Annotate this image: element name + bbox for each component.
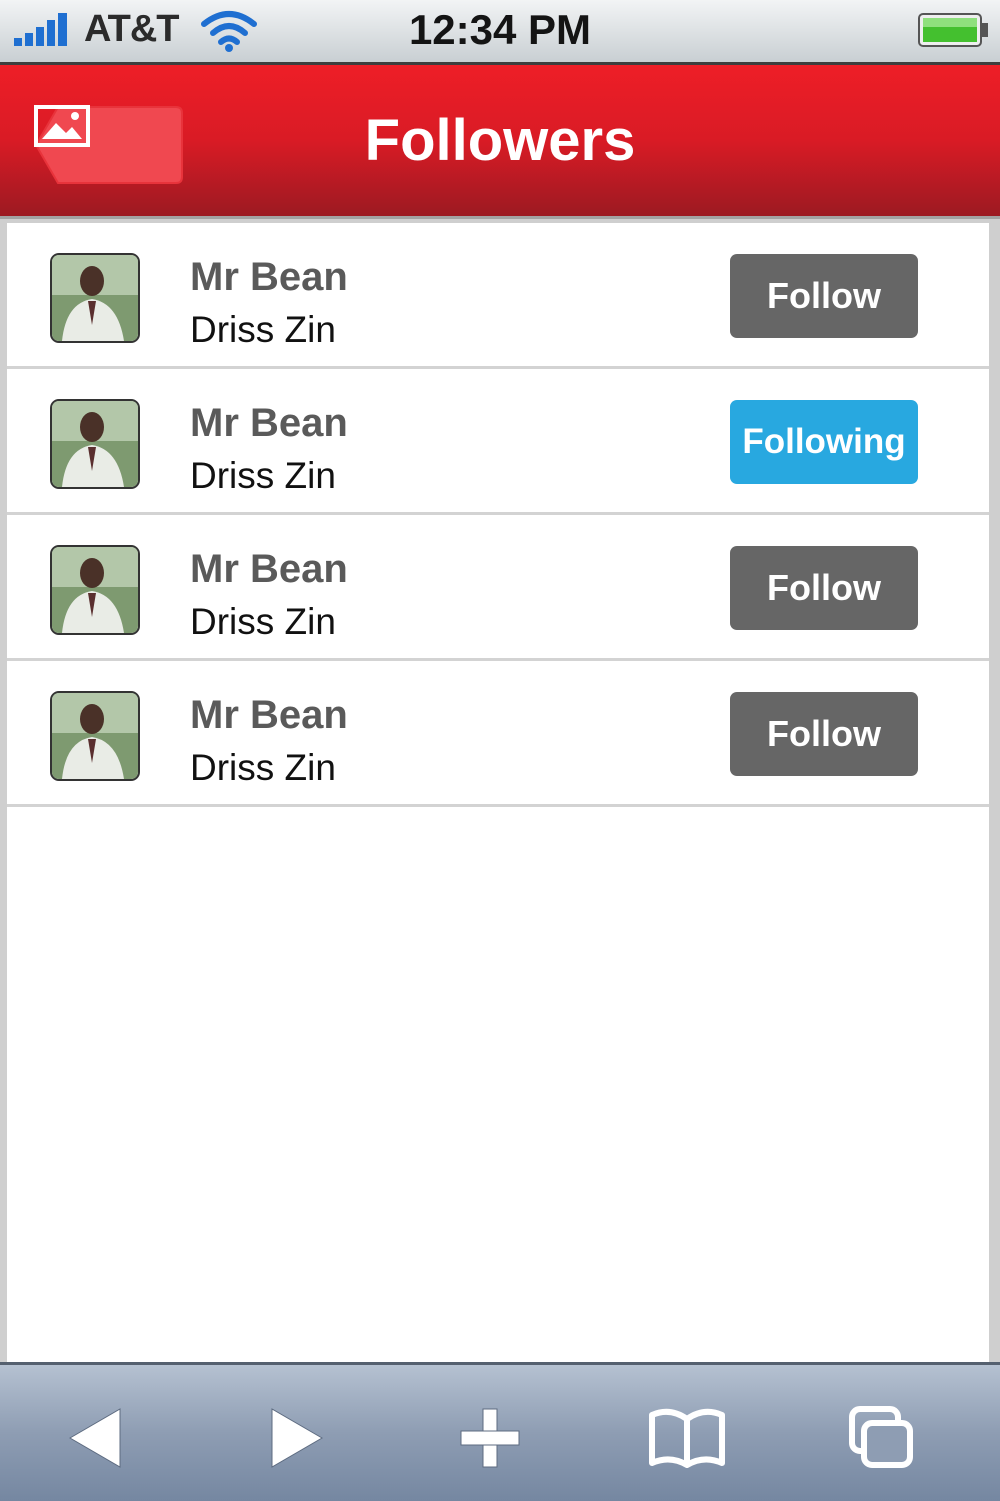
follow-button[interactable]: Follow bbox=[730, 546, 918, 630]
follower-name: Mr Bean bbox=[190, 255, 348, 299]
follower-row[interactable]: Mr Bean Driss Zin Follow bbox=[7, 223, 989, 369]
status-time: 12:34 PM bbox=[408, 6, 592, 53]
forward-arrow-icon[interactable] bbox=[264, 1405, 334, 1471]
follower-username: Driss Zin bbox=[190, 601, 336, 642]
follow-button[interactable]: Follow bbox=[730, 254, 918, 338]
page-title: Followers bbox=[364, 108, 636, 173]
avatar[interactable] bbox=[50, 253, 140, 343]
follower-row[interactable]: Mr Bean Driss Zin Follow bbox=[7, 515, 989, 661]
avatar-image bbox=[52, 693, 138, 779]
follower-username: Driss Zin bbox=[190, 455, 336, 496]
plus-icon[interactable] bbox=[456, 1405, 526, 1471]
followers-list: Mr Bean Driss Zin Follow Mr Bean Driss Z… bbox=[7, 223, 989, 1364]
back-arrow-icon[interactable] bbox=[66, 1405, 136, 1471]
followers-list-container: Mr Bean Driss Zin Follow Mr Bean Driss Z… bbox=[0, 219, 1000, 1364]
follower-row[interactable]: Mr Bean Driss Zin Following bbox=[7, 369, 989, 515]
follower-name: Mr Bean bbox=[190, 693, 348, 737]
follower-username: Driss Zin bbox=[190, 747, 336, 788]
bookmarks-icon[interactable] bbox=[648, 1405, 726, 1471]
battery-icon bbox=[918, 13, 988, 47]
tabs-icon[interactable] bbox=[846, 1405, 916, 1471]
nav-bar: Followers bbox=[0, 65, 1000, 219]
avatar-image bbox=[52, 255, 138, 341]
following-button[interactable]: Following bbox=[730, 400, 918, 484]
avatar[interactable] bbox=[50, 545, 140, 635]
browser-toolbar bbox=[0, 1362, 1000, 1501]
follower-name: Mr Bean bbox=[190, 547, 348, 591]
follow-button[interactable]: Follow bbox=[730, 692, 918, 776]
follower-name: Mr Bean bbox=[190, 401, 348, 445]
avatar[interactable] bbox=[50, 691, 140, 781]
avatar[interactable] bbox=[50, 399, 140, 489]
status-bar: AT&T 12:34 PM bbox=[0, 0, 1000, 65]
avatar-image bbox=[52, 401, 138, 487]
follower-username: Driss Zin bbox=[190, 309, 336, 350]
follower-row[interactable]: Mr Bean Driss Zin Follow bbox=[7, 661, 989, 807]
avatar-image bbox=[52, 547, 138, 633]
